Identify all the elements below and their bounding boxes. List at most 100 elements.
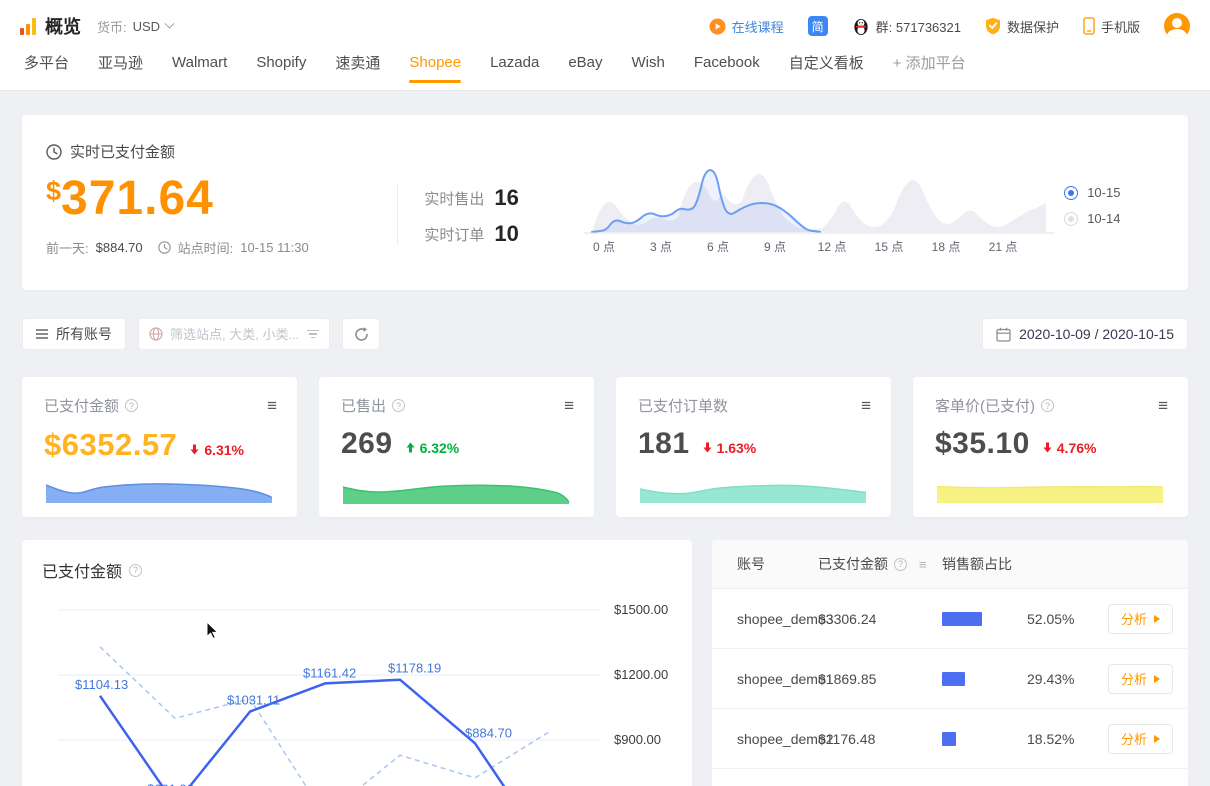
metric-delta: 4.76% [1042,440,1097,456]
analyze-button[interactable]: 分析 [1108,664,1173,694]
arrow-down-icon [702,442,713,453]
mouse-cursor [207,622,217,638]
metric-value: $6352.57 [44,427,177,463]
card-menu-icon[interactable]: ≡ [1158,397,1168,414]
tab-facebook[interactable]: Facebook [694,54,760,71]
metric-card-paid-amount: 已支付金额 ? ≡ $6352.57 6.31% [22,377,297,517]
tab-wish[interactable]: Wish [632,54,665,71]
currency-selector[interactable]: 货币: USD [97,17,173,36]
site-time-label: 站点时间: [178,238,234,257]
play-circle-icon [709,18,726,35]
column-menu-icon[interactable]: ≡ [919,557,927,572]
realtime-amount: $371.64 [46,175,397,223]
user-avatar[interactable] [1164,13,1190,39]
account-name: shopee_demo2 [712,731,818,747]
mobile-version-link[interactable]: 手机版 [1083,17,1140,36]
share-bar [942,672,1019,686]
share-bar [942,612,1019,626]
data-point-label: $1031.11 [227,693,280,708]
radio-date-yesterday[interactable]: 10-14 [1064,211,1164,226]
tab-shopee[interactable]: Shopee [409,54,461,71]
sparkline-blue [44,477,274,507]
help-icon[interactable]: ? [125,399,138,412]
prev-day-label: 前一天: [46,238,89,257]
y-axis-tick: $900.00 [614,732,661,747]
orders-value: 10 [494,221,518,247]
card-menu-icon[interactable]: ≡ [564,397,574,414]
qq-group-link[interactable]: 群: 571736321 [852,17,961,36]
help-icon[interactable]: ? [392,399,405,412]
site-filter-input-wrap[interactable] [138,318,330,350]
card-menu-icon[interactable]: ≡ [861,397,871,414]
metric-title: 客单价(已支付) [935,395,1035,416]
menu-lines-icon [36,329,48,339]
play-triangle-icon [1154,735,1160,743]
arrow-down-icon [1042,442,1053,453]
shield-check-icon [985,17,1001,35]
metric-delta: 6.31% [189,442,244,458]
card-menu-icon[interactable]: ≡ [267,397,277,414]
date-range-picker[interactable]: 2020-10-09 / 2020-10-15 [982,318,1188,350]
tab-ebay[interactable]: eBay [568,54,602,71]
add-platform-button[interactable]: + 添加平台 [893,52,966,73]
account-amount: $3306.24 [818,611,942,627]
sparkline-teal [638,477,868,507]
sold-label: 实时售出 [424,188,484,209]
chevron-down-icon [165,18,175,28]
table-header-row: 账号 已支付金额 ? ≡ 销售额占比 [712,540,1188,589]
metric-value: 181 [638,427,690,461]
page-title: 概览 [45,13,81,39]
data-protection-link[interactable]: 数据保护 [985,17,1059,36]
tab-lazada[interactable]: Lazada [490,54,539,71]
divider [397,183,398,245]
metric-value: $35.10 [935,427,1030,461]
clock-icon [158,241,171,254]
chart-title: 已支付金额 [42,558,122,582]
calendar-icon [996,327,1011,342]
refresh-button[interactable] [342,318,380,350]
arrow-down-icon [189,444,200,455]
tab-multiplatform[interactable]: 多平台 [24,52,69,73]
account-table-card: 账号 已支付金额 ? ≡ 销售额占比 shopee_demo3 $3306.24… [712,540,1188,786]
metric-title: 已售出 [341,395,386,416]
radio-date-today[interactable]: 10-15 [1064,185,1164,200]
help-icon[interactable]: ? [894,558,907,571]
analyze-button[interactable]: 分析 [1108,724,1173,754]
metric-delta: 1.63% [702,440,757,456]
tab-custom-dashboard[interactable]: 自定义看板 [789,52,864,73]
topbar: 概览 货币: USD 在线课程 简 群: 571736321 数据保护 手机版 [0,0,1210,40]
metric-value: 269 [341,427,393,461]
all-accounts-button[interactable]: 所有账号 [22,318,126,350]
data-point-label: $884.70 [465,725,512,740]
play-triangle-icon [1154,675,1160,683]
tab-aliexpress[interactable]: 速卖通 [335,52,380,73]
x-tick: 15 点 [875,240,904,254]
phone-icon [1083,17,1095,35]
tab-amazon[interactable]: 亚马逊 [98,52,143,73]
metric-title: 已支付金额 [44,395,119,416]
x-tick: 21 点 [989,240,1018,254]
clock-icon [46,144,62,160]
tab-shopify[interactable]: Shopify [256,54,306,71]
realtime-sparkline: 0 点 3 点 6 点 9 点 12 点 15 点 18 点 21 点 [584,133,1054,290]
x-tick: 12 点 [818,240,847,254]
metric-delta: 6.32% [405,440,460,456]
y-axis-tick: $1200.00 [614,667,668,682]
qq-penguin-icon [852,17,870,36]
header-account: 账号 [712,554,818,574]
help-icon[interactable]: ? [1041,399,1054,412]
tab-walmart[interactable]: Walmart [172,54,227,71]
data-point-label: $601.90 [147,782,194,786]
platform-nav: 多平台 亚马逊 Walmart Shopify 速卖通 Shopee Lazad… [0,40,1210,84]
share-bar [942,732,1019,746]
metric-cards: 已支付金额 ? ≡ $6352.57 6.31% 已售出 ? ≡ 269 6.3… [22,377,1188,517]
currency-label: 货币: [97,17,127,36]
online-course-link[interactable]: 在线课程 [709,17,784,36]
help-icon[interactable]: ? [129,564,142,577]
table-row: shopee_demo2 $1176.48 18.52% 分析 [712,709,1188,769]
site-filter-input[interactable] [170,327,300,342]
analyze-button[interactable]: 分析 [1108,604,1173,634]
filter-funnel-icon [307,330,319,339]
sparkline-yellow [935,477,1165,507]
language-badge[interactable]: 简 [808,16,828,36]
